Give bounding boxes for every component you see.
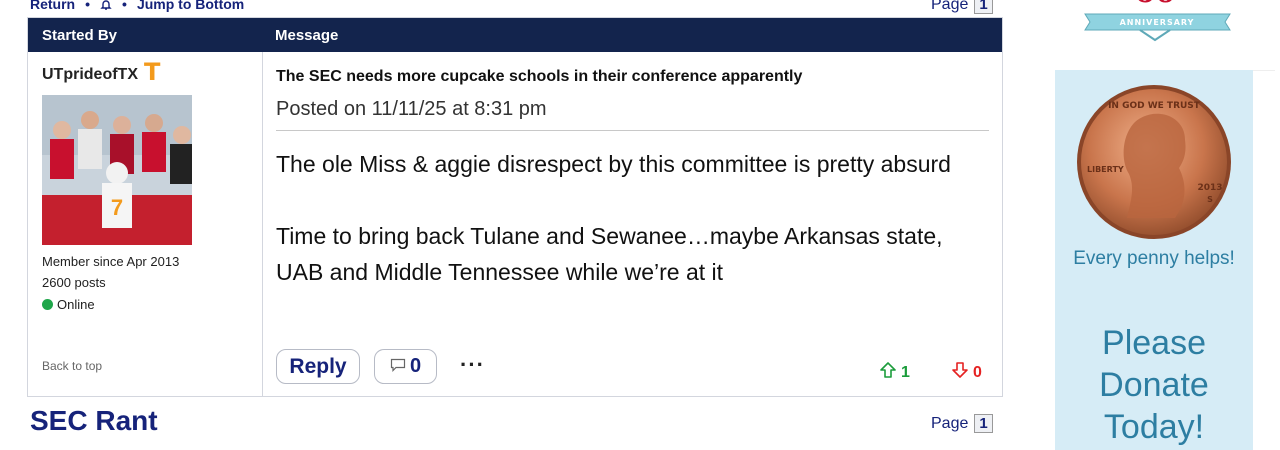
author-name[interactable]: UTprideofTX bbox=[42, 66, 138, 84]
reply-button[interactable]: Reply bbox=[276, 349, 360, 384]
post-paragraph: Time to bring back Tulane and Sewanee…ma… bbox=[276, 223, 943, 285]
nav-separator: • bbox=[122, 0, 127, 12]
thread-table: Started By Message UTprideofTX T 7 Membe… bbox=[27, 17, 1003, 397]
page-number-button[interactable]: 1 bbox=[974, 414, 993, 433]
svg-text:7: 7 bbox=[111, 195, 123, 220]
column-message: Message bbox=[275, 27, 339, 44]
top-nav: Return • • Jump to Bottom bbox=[30, 0, 244, 13]
donate-line: Today! bbox=[1103, 408, 1205, 446]
comments-button[interactable]: 0 bbox=[374, 349, 437, 384]
divider bbox=[276, 130, 989, 131]
upvote-button[interactable]: 1 bbox=[879, 361, 910, 384]
table-header: Started By Message bbox=[28, 18, 1002, 52]
back-to-top-link[interactable]: Back to top bbox=[42, 359, 102, 373]
donate-text[interactable]: Please Donate Today! bbox=[1055, 322, 1253, 448]
coin-liberty: LIBERTY bbox=[1087, 165, 1124, 174]
coin-year: 2013 bbox=[1197, 183, 1222, 193]
page-number-button[interactable]: 1 bbox=[974, 0, 993, 14]
downvote-count: 0 bbox=[973, 363, 982, 381]
post-timestamp: Posted on 11/11/25 at 8:31 pm bbox=[276, 98, 547, 120]
downvote-arrow-icon bbox=[951, 361, 969, 384]
member-since: Member since Apr 2013 bbox=[42, 254, 180, 269]
coin-motto: IN GOD WE TRUST bbox=[1108, 101, 1201, 111]
nav-separator: • bbox=[85, 0, 91, 12]
downvote-button[interactable]: 0 bbox=[951, 361, 982, 384]
donation-ad[interactable]: IN GOD WE TRUST LIBERTY 2013 S Every pen… bbox=[1055, 70, 1253, 450]
donate-line: Donate bbox=[1099, 366, 1209, 404]
return-link[interactable]: Return bbox=[30, 0, 75, 12]
board-title[interactable]: SEC Rant bbox=[30, 405, 158, 437]
jump-to-bottom-link[interactable]: Jump to Bottom bbox=[137, 0, 244, 12]
page-label: Page bbox=[931, 414, 969, 432]
post-paragraph: The ole Miss & aggie disrespect by this … bbox=[276, 151, 951, 177]
online-status-label: Online bbox=[57, 297, 95, 312]
page-label: Page bbox=[931, 0, 969, 13]
penny-coin-icon: IN GOD WE TRUST LIBERTY 2013 S bbox=[1077, 85, 1231, 239]
upvote-arrow-icon bbox=[879, 361, 897, 384]
post-count: 2600 posts bbox=[42, 275, 106, 290]
ad-banner-text: ANNIVERSARY bbox=[1120, 18, 1195, 27]
pager-bottom: Page 1 bbox=[931, 414, 993, 433]
author: UTprideofTX T bbox=[42, 60, 160, 84]
anniversary-ad[interactable]: 60 ANNIVERSARY bbox=[1055, 0, 1275, 71]
column-started-by: Started By bbox=[42, 27, 118, 44]
donate-line: Please bbox=[1102, 324, 1206, 362]
column-divider bbox=[262, 52, 263, 396]
coin-mint: S bbox=[1207, 195, 1213, 204]
bell-icon[interactable] bbox=[100, 0, 112, 10]
ad-banner-number: 60 bbox=[1134, 0, 1176, 10]
comment-count: 0 bbox=[409, 355, 422, 377]
pager-top: Page 1 bbox=[931, 0, 993, 14]
tennessee-t-logo-icon: T bbox=[144, 58, 161, 86]
online-status: Online bbox=[42, 297, 95, 312]
upvote-count: 1 bbox=[901, 363, 910, 381]
post-body: The ole Miss & aggie disrespect by this … bbox=[276, 146, 991, 326]
thread-title: The SEC needs more cupcake schools in th… bbox=[276, 68, 803, 85]
comment-bubble-icon bbox=[390, 355, 406, 378]
ad-caption: Every penny helps! bbox=[1073, 248, 1235, 269]
online-indicator-icon bbox=[42, 299, 53, 310]
avatar[interactable]: 7 bbox=[42, 95, 192, 245]
more-options-button[interactable]: ··· bbox=[460, 352, 485, 378]
